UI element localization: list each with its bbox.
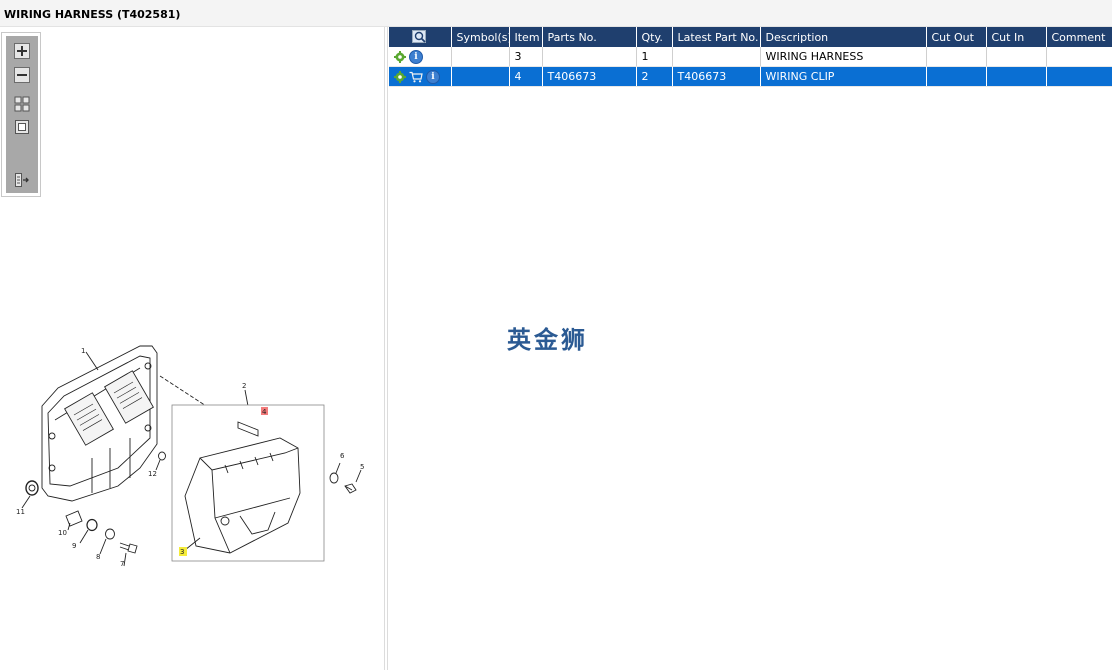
column-header-item[interactable]: Item [509,27,543,47]
column-header-description[interactable]: Description [760,27,927,47]
row-actions: i [389,47,452,67]
title-bar: WIRING HARNESS (T402581) [0,0,1112,27]
info-icon[interactable]: i [426,69,440,84]
cell-description: WIRING CLIP [760,66,927,87]
callout-7[interactable]: 7 [120,560,124,568]
cell-cut-in [986,66,1047,87]
find-in-drawing-icon [411,30,426,43]
callout-8[interactable]: 8 [96,553,100,561]
cell-parts-no [542,47,637,67]
callout-4[interactable]: 4 [262,408,267,416]
gear-icon[interactable] [394,70,406,83]
callout-10[interactable]: 10 [58,529,67,537]
table-row[interactable]: i 4 T406673 2 T406673 WIRING CLIP [389,66,1112,87]
cell-latest-part-no [672,47,761,67]
zoom-in-button[interactable] [14,43,30,59]
zoom-out-button[interactable] [14,67,30,83]
info-icon[interactable]: i [409,49,423,64]
cell-parts-no: T406673 [542,66,637,87]
callout-12[interactable]: 12 [148,470,157,478]
row-actions: i [389,66,452,87]
plus-icon [14,43,30,59]
cell-cut-out [926,66,987,87]
gear-icon[interactable] [394,50,406,63]
actual-size-button[interactable] [14,119,30,135]
parts-diagram[interactable]: 1 2 4 6 5 12 11 10 9 8 7 3 [0,318,384,580]
cell-qty: 1 [636,47,673,67]
parts-table: Symbol(s) Item Parts No. Qty. Latest Par… [389,27,1112,87]
cell-symbols [451,47,510,67]
window-title: WIRING HARNESS (T402581) [4,8,181,21]
cell-item: 3 [509,47,543,67]
column-header-latest-part-no[interactable]: Latest Part No. [672,27,761,47]
watermark: 英金狮 [507,326,588,354]
square-icon [15,120,29,134]
callout-1[interactable]: 1 [81,347,85,355]
cell-comment [1046,66,1112,87]
column-header-search[interactable] [389,27,452,47]
cell-description: WIRING HARNESS [760,47,927,67]
grid-icon [14,96,30,112]
cell-comment [1046,47,1112,67]
column-header-cut-in[interactable]: Cut In [986,27,1047,47]
callout-9[interactable]: 9 [72,542,76,550]
fit-view-button[interactable] [14,96,30,112]
callout-5[interactable]: 5 [360,463,364,471]
callout-6[interactable]: 6 [340,452,345,460]
column-header-qty[interactable]: Qty. [636,27,673,47]
minus-icon [14,67,30,83]
cart-icon[interactable] [409,71,423,83]
callout-3[interactable]: 3 [180,548,184,556]
column-header-symbols[interactable]: Symbol(s) [451,27,510,47]
toolbox-panel [6,36,38,193]
table-row[interactable]: i 3 1 WIRING HARNESS [389,47,1112,67]
cell-symbols [451,66,510,87]
panel-arrow-icon [15,173,29,187]
pane-splitter[interactable] [384,27,388,670]
column-header-comment[interactable]: Comment [1046,27,1112,47]
cell-cut-in [986,47,1047,67]
toggle-panel-button[interactable] [14,172,30,188]
table-header: Symbol(s) Item Parts No. Qty. Latest Par… [389,27,1112,47]
callout-2[interactable]: 2 [242,382,246,390]
cell-item: 4 [509,66,543,87]
callout-11[interactable]: 11 [16,508,25,516]
column-header-cut-out[interactable]: Cut Out [926,27,987,47]
cell-latest-part-no: T406673 [672,66,761,87]
cell-qty: 2 [636,66,673,87]
cell-cut-out [926,47,987,67]
viewer-toolbox [1,32,41,197]
column-header-parts-no[interactable]: Parts No. [542,27,637,47]
